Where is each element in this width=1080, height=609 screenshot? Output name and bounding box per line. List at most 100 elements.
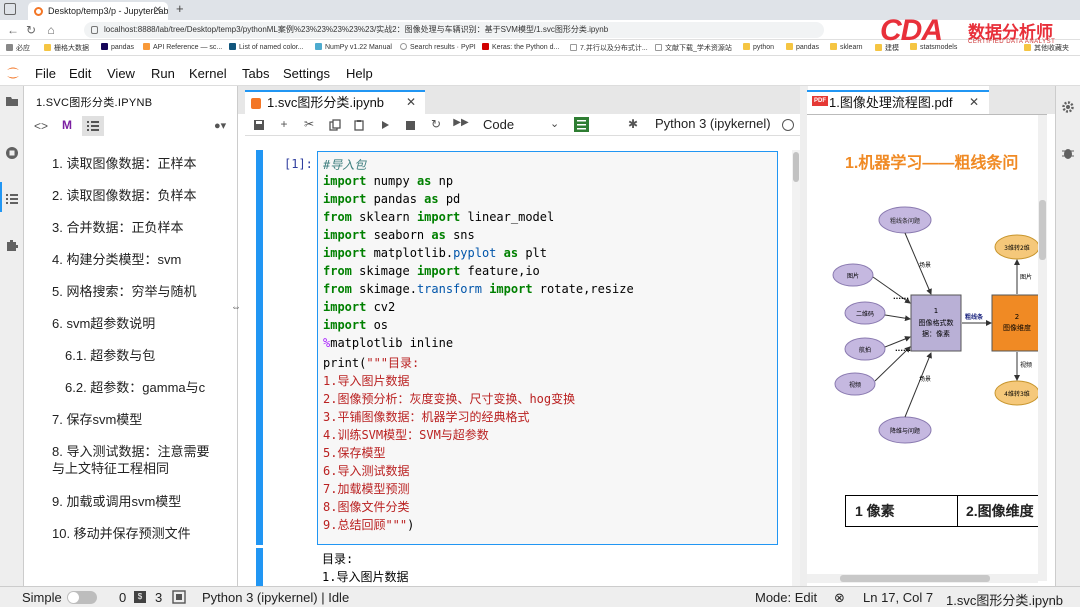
diagram-label: 图像格式数 (919, 318, 954, 327)
kernel-status[interactable]: Python 3 (ipykernel) | Idle (202, 590, 349, 605)
back-icon[interactable]: ← (6, 23, 20, 37)
cell-type-select[interactable]: Code (483, 117, 514, 132)
extension-icon[interactable] (5, 238, 19, 252)
pdf-tab[interactable]: PDF 1.图像处理流程图.pdf ✕ (807, 90, 989, 114)
bookmark[interactable]: 7.并行以及分布式计... (570, 43, 648, 53)
notebook-scroll-thumb[interactable] (793, 152, 799, 182)
bug-icon[interactable] (1061, 146, 1075, 160)
search-icon (6, 44, 13, 51)
numbering-button[interactable] (82, 116, 104, 136)
diagram-label: 2 (1015, 313, 1019, 321)
paste-icon[interactable] (353, 119, 365, 131)
bookmark[interactable]: Search results · PyPI (400, 43, 476, 51)
close-icon[interactable]: ✕ (154, 2, 162, 20)
bookmark[interactable]: python (743, 43, 774, 51)
menu-kernel[interactable]: Kernel (189, 66, 227, 81)
diagram-label: 4维转3维 (1004, 390, 1030, 398)
browser-tab[interactable]: Desktop/temp3/p - JupyterLab ✕ (28, 2, 168, 20)
cursor-position[interactable]: Ln 17, Col 7 (863, 590, 933, 605)
stop-icon[interactable] (406, 121, 415, 130)
cut-icon[interactable]: ✂ (301, 117, 317, 131)
code-line: import cv2 (323, 300, 396, 314)
active-cell-bar[interactable] (256, 150, 263, 545)
notebook-scrollbar[interactable] (792, 150, 800, 586)
copy-icon[interactable] (329, 119, 341, 131)
table-of-contents-icon[interactable] (5, 192, 19, 206)
chevron-down-icon[interactable]: ⌄ (550, 117, 559, 130)
refresh-icon[interactable]: ↻ (24, 23, 38, 37)
tab-actions-icon[interactable] (4, 3, 16, 15)
resize-handle-icon[interactable]: ⇔ (231, 302, 241, 313)
toc-item[interactable]: 6.1. 超参数与包 (65, 347, 155, 364)
kernel-icon[interactable] (172, 590, 186, 604)
diagram-label: 图片 (847, 272, 859, 280)
folder-icon[interactable] (5, 94, 19, 108)
gear-icon[interactable] (1061, 100, 1075, 114)
markdown-icon[interactable]: M (62, 118, 72, 132)
toc-item[interactable]: 6. svm超参数说明 (52, 315, 155, 332)
menu-run[interactable]: Run (151, 66, 175, 81)
bookmark[interactable]: API Reference — sc... (143, 43, 222, 51)
code-editor[interactable]: #导入包 import numpy as np import pandas as… (317, 151, 778, 545)
debugger-icon[interactable]: ✱ (625, 117, 641, 131)
fast-forward-icon[interactable]: ▶▶ (453, 117, 469, 128)
toc-item[interactable]: 1. 读取图像数据：正样本 (52, 155, 196, 172)
menu-tabs[interactable]: Tabs (242, 66, 269, 81)
pdf-table-cell: 1 像素 (846, 496, 958, 526)
code-line: 7.加载模型预测 (323, 482, 410, 496)
pdf-viewer[interactable]: 1.机器学习——粗线条问 粗线条问题 图片 二维码 航拍 视频 降维与问题 1 … (807, 114, 1047, 586)
toc-item[interactable]: 8. 导入测试数据：注意需要与上文特征工程相同 (52, 443, 222, 477)
property-inspector-icon[interactable] (574, 117, 589, 132)
toc-item[interactable]: 5. 网格搜索：穷举与随机 (52, 283, 196, 300)
toc-item[interactable]: 4. 构建分类模型：svm (52, 251, 181, 268)
bookmark[interactable]: List of named color... (229, 43, 304, 51)
code-line: import matplotlib.pyplot as plt (323, 246, 548, 260)
code-icon[interactable]: <> (34, 119, 48, 133)
code-line: 9.总结回顾""") (323, 518, 415, 532)
kernel-name[interactable]: Python 3 (ipykernel) (655, 116, 771, 131)
bookmark[interactable]: NumPy v1.22 Manual (315, 43, 392, 51)
menu-file[interactable]: File (35, 66, 56, 81)
save-icon[interactable] (253, 119, 265, 131)
bookmark[interactable]: 必应 (6, 43, 30, 53)
add-cell-icon[interactable]: + (276, 117, 292, 131)
pdf-icon: PDF (812, 96, 828, 106)
output-cell-bar[interactable] (256, 548, 263, 586)
code-line: from skimage import feature,io (323, 264, 540, 278)
bookmark[interactable]: 文献下载_学术资源站 (655, 43, 732, 53)
running-icon[interactable] (5, 146, 19, 160)
bug-icon[interactable]: ⊗ (834, 590, 845, 606)
simple-mode-toggle[interactable] (67, 591, 97, 604)
new-tab-icon[interactable]: + (176, 1, 184, 16)
pdf-tab-strip (989, 86, 1055, 114)
terminal-icon[interactable]: $ (134, 591, 146, 603)
home-icon[interactable]: ⌂ (44, 23, 58, 37)
bookmark[interactable]: Keras: the Python d... (482, 43, 559, 51)
menu-help[interactable]: Help (346, 66, 373, 81)
menu-edit[interactable]: Edit (69, 66, 91, 81)
file-name: 1.svc图形分类.ipynb (946, 593, 1064, 608)
pdf-scrollbar[interactable] (1038, 115, 1047, 581)
bookmark[interactable]: pandas (101, 43, 134, 51)
code-line: 6.导入测试数据 (323, 464, 410, 478)
toc-item[interactable]: 6.2. 超参数：gamma与c (65, 379, 205, 396)
tag-icon[interactable]: ●▾ (214, 119, 226, 132)
toc-item[interactable]: 2. 读取图像数据：负样本 (52, 187, 196, 204)
close-icon[interactable]: ✕ (969, 92, 979, 113)
bookmark[interactable]: 栅格大数据 (44, 43, 89, 53)
url-input[interactable]: localhost:8888/lab/tree/Desktop/temp3/py… (84, 22, 824, 38)
pdf-scroll-thumb[interactable] (1039, 200, 1046, 260)
bookmark[interactable]: pandas (786, 43, 819, 51)
pdf-horizontal-scroll-thumb[interactable] (840, 575, 990, 582)
restart-icon[interactable]: ↻ (428, 117, 444, 131)
toc-item[interactable]: 7. 保存svm模型 (52, 411, 142, 428)
bookmark[interactable]: sklearn (830, 43, 863, 51)
close-icon[interactable]: ✕ (406, 92, 416, 113)
toc-item[interactable]: 3. 合并数据：正负样本 (52, 219, 183, 236)
menu-view[interactable]: View (107, 66, 135, 81)
menu-settings[interactable]: Settings (283, 66, 330, 81)
run-icon[interactable] (380, 120, 390, 130)
notebook-tab[interactable]: 1.svc图形分类.ipynb ✕ (245, 90, 425, 114)
toc-item[interactable]: 10. 移动并保存预测文件 (52, 525, 191, 542)
toc-item[interactable]: 9. 加载或调用svm模型 (52, 493, 181, 510)
